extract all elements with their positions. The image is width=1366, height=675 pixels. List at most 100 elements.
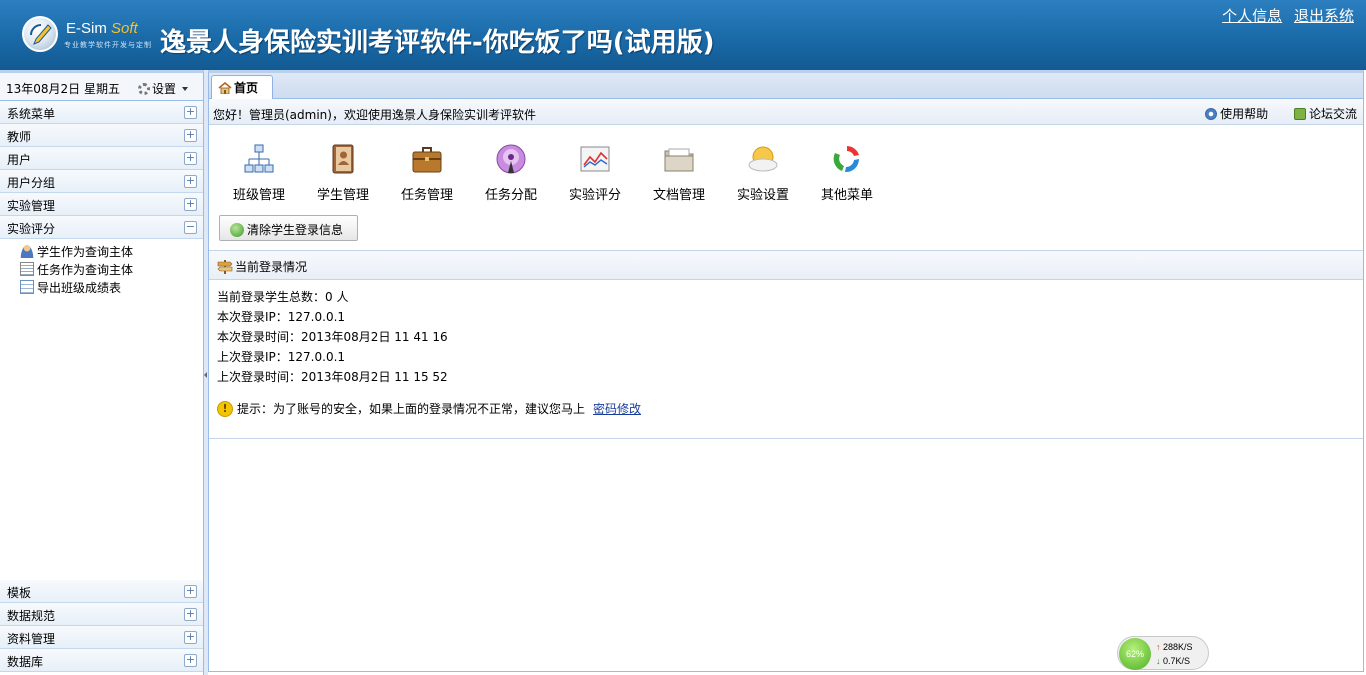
download-arrow-icon: ↓	[1156, 656, 1161, 666]
sun-cloud-icon	[748, 146, 778, 172]
left-sidebar: 13年08月2日 星期五 设置 系统菜单 + 教师 + 用户 + 用户分组 + 实验管理…	[0, 70, 204, 675]
security-tip: ! 提示：为了账号的安全，如果上面的登录情况不正常，建议您马上 密码修改	[217, 400, 1363, 417]
tool-label: 文档管理	[652, 188, 705, 203]
tab-home[interactable]: 首页	[211, 75, 273, 99]
briefcase-icon	[412, 147, 442, 173]
line-chart-icon	[580, 146, 610, 172]
tool-experiment-settings[interactable]: 实验设置	[728, 143, 798, 203]
tool-label: 实验设置	[736, 188, 789, 203]
app-header: E-Sim Soft 专业教学软件开发与定制 逸景人身保险实训考评软件-你吃饭了…	[0, 0, 1366, 70]
settings-label: 设置	[152, 82, 177, 96]
change-password-link[interactable]: 密码修改	[593, 400, 641, 417]
document-icon	[20, 262, 34, 276]
submenu-label: 导出班级成绩表	[37, 280, 122, 295]
menu-template[interactable]: 模板 +	[0, 580, 203, 603]
expand-icon[interactable]: +	[184, 198, 197, 211]
menu-user[interactable]: 用户 +	[0, 147, 203, 170]
forum-link[interactable]: 论坛交流	[1293, 107, 1357, 121]
tool-experiment-score[interactable]: 实验评分	[560, 143, 630, 203]
tool-class-manage[interactable]: 班级管理	[224, 143, 294, 203]
menu-label: 资料管理	[7, 632, 56, 646]
submenu-export-scores[interactable]: 导出班级成绩表	[20, 278, 203, 296]
menu-label: 用户分组	[7, 176, 56, 190]
org-chart-icon	[244, 144, 274, 173]
menu-database[interactable]: 数据库 +	[0, 649, 203, 672]
section-title: 当前登录情况	[235, 260, 308, 274]
forum-icon	[1293, 108, 1306, 120]
tool-label: 班级管理	[232, 188, 285, 203]
button-label: 清除学生登录信息	[247, 223, 344, 237]
submenu-student-query[interactable]: 学生作为查询主体	[20, 242, 203, 260]
menu-label: 实验评分	[7, 222, 56, 236]
network-speed-widget[interactable]: 62% ↑ 288K/S ↓ 0.7K/S	[1117, 636, 1209, 670]
expand-icon[interactable]: +	[184, 654, 197, 667]
menu-label: 系统菜单	[7, 107, 56, 121]
quick-toolbar: 班级管理 学生管理 任务管理 任务分配 实验评分 文档管理 实验设置 其他菜单	[209, 125, 1363, 251]
submenu-task-query[interactable]: 任务作为查询主体	[20, 260, 203, 278]
expand-icon[interactable]: +	[184, 175, 197, 188]
globe-icon	[230, 223, 244, 237]
menu-data-spec[interactable]: 数据规范 +	[0, 603, 203, 626]
login-info: 当前登录学生总数：0 人 本次登录IP：127.0.0.1 本次登录时间：201…	[209, 280, 1363, 417]
menu-experiment-manage[interactable]: 实验管理 +	[0, 193, 203, 216]
info-last-ip: 上次登录IP：127.0.0.1	[217, 350, 346, 364]
warning-icon: !	[217, 400, 233, 417]
info-current-ip: 本次登录IP：127.0.0.1	[217, 310, 346, 324]
tab-bar: 首页	[209, 73, 1363, 99]
refresh-cycle-icon	[833, 146, 860, 173]
logo-tagline: 专业教学软件开发与定制	[64, 41, 152, 49]
profile-link[interactable]: 个人信息	[1222, 7, 1282, 25]
info-last-time: 上次登录时间：2013年08月2日 11 15 52	[217, 370, 448, 384]
help-link[interactable]: 使用帮助	[1205, 107, 1268, 121]
expand-icon[interactable]: +	[184, 585, 197, 598]
tool-document-manage[interactable]: 文档管理	[644, 143, 714, 203]
tip-text: 提示：为了账号的安全，如果上面的登录情况不正常，建议您马上	[237, 402, 586, 416]
info-student-count: 当前登录学生总数：0 人	[217, 290, 349, 304]
tool-label: 学生管理	[316, 188, 369, 203]
expand-icon[interactable]: +	[184, 608, 197, 621]
menu-system[interactable]: 系统菜单 +	[0, 101, 203, 124]
settings-dropdown[interactable]: 设置	[138, 80, 189, 97]
brand-logo: E-Sim Soft 专业教学软件开发与定制	[20, 14, 152, 56]
cpu-percent: 62%	[1119, 638, 1151, 670]
login-status-header: 当前登录情况	[209, 251, 1363, 280]
gear-icon	[138, 83, 150, 95]
logout-link[interactable]: 退出系统	[1294, 7, 1354, 25]
expand-icon[interactable]: +	[184, 129, 197, 142]
clear-student-login-button[interactable]: 清除学生登录信息	[219, 215, 358, 241]
upload-arrow-icon: ↑	[1156, 642, 1161, 652]
tool-task-assign[interactable]: 任务分配	[476, 143, 546, 203]
logo-brand: E-Sim	[66, 20, 107, 37]
tool-label: 其他菜单	[820, 188, 873, 203]
menu-experiment-score[interactable]: 实验评分 −	[0, 216, 203, 239]
expand-icon[interactable]: +	[184, 106, 197, 119]
student-icon	[20, 244, 34, 258]
menu-user-group[interactable]: 用户分组 +	[0, 170, 203, 193]
download-speed: 0.7K/S	[1163, 656, 1191, 666]
menu-teacher[interactable]: 教师 +	[0, 124, 203, 147]
welcome-bar: 您好！管理员(admin)，欢迎使用逸景人身保险实训考评软件 使用帮助 论坛交流	[209, 99, 1363, 125]
folder-icon	[664, 148, 694, 172]
signpost-icon	[217, 260, 233, 274]
tool-task-manage[interactable]: 任务管理	[392, 143, 462, 203]
top-links: 个人信息 退出系统	[1214, 5, 1354, 26]
caret-down-icon	[182, 87, 189, 91]
tool-student-manage[interactable]: 学生管理	[308, 143, 378, 203]
collapse-icon[interactable]: −	[184, 221, 197, 234]
menu-label: 数据库	[7, 655, 44, 669]
menu-label: 实验管理	[7, 199, 56, 213]
menu-label: 模板	[7, 586, 32, 600]
logo-emblem-icon	[22, 16, 58, 52]
expand-icon[interactable]: +	[184, 631, 197, 644]
expand-icon[interactable]: +	[184, 152, 197, 165]
tab-label: 首页	[234, 81, 259, 95]
help-label: 使用帮助	[1220, 107, 1269, 121]
table-icon	[20, 280, 34, 294]
menu-resources[interactable]: 资料管理 +	[0, 626, 203, 649]
tool-label: 任务分配	[484, 188, 537, 203]
menu-label: 用户	[7, 153, 32, 167]
broadcast-icon	[496, 144, 526, 174]
sidebar-top-bar: 13年08月2日 星期五 设置	[0, 73, 203, 101]
home-icon	[218, 82, 232, 94]
tool-other-menu[interactable]: 其他菜单	[812, 143, 882, 203]
